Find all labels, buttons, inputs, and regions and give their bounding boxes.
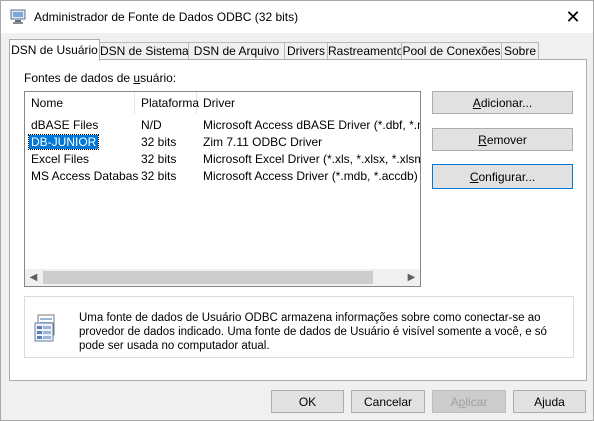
- list-item[interactable]: Excel Files 32 bits Microsoft Excel Driv…: [25, 151, 420, 168]
- close-button[interactable]: ✕: [553, 1, 593, 33]
- scrollbar-thumb[interactable]: [43, 271, 373, 284]
- item-name: MS Access Database: [31, 169, 139, 183]
- item-driver: Microsoft Access Driver (*.mdb, *.accdb): [203, 169, 418, 183]
- user-data-sources-label: Fontes de dados de usuário:: [24, 71, 177, 85]
- tab-pool-conexoes[interactable]: Pool de Conexões: [401, 42, 502, 60]
- item-platform: 32 bits: [141, 135, 177, 149]
- scroll-left-icon[interactable]: ◀: [25, 269, 42, 286]
- column-header-plataforma[interactable]: Plataforma: [135, 92, 199, 114]
- window-title: Administrador de Fonte de Dados ODBC (32…: [34, 10, 299, 24]
- list-item[interactable]: MS Access Database 32 bits Microsoft Acc…: [25, 168, 420, 185]
- list-item-selected[interactable]: DB-JUNIOR 32 bits Zim 7.11 ODBC Driver: [25, 134, 420, 151]
- title-bar: Administrador de Fonte de Dados ODBC (32…: [1, 1, 593, 33]
- item-driver: Zim 7.11 ODBC Driver: [203, 135, 323, 149]
- info-box: Uma fonte de dados de Usuário ODBC armaz…: [24, 296, 574, 358]
- ok-button[interactable]: OK: [271, 390, 344, 413]
- list-header: Nome Plataforma Driver: [25, 92, 420, 114]
- item-name: dBASE Files: [31, 118, 99, 132]
- tab-drivers[interactable]: Drivers: [284, 42, 328, 60]
- tab-dsn-sistema[interactable]: DSN de Sistema: [99, 42, 189, 60]
- scroll-right-icon[interactable]: ▶: [403, 269, 420, 286]
- column-header-nome[interactable]: Nome: [25, 92, 135, 114]
- tab-dsn-usuario[interactable]: DSN de Usuário: [9, 39, 100, 61]
- item-driver: Microsoft Access dBASE Driver (*.dbf, *.…: [203, 118, 420, 132]
- item-platform: N/D: [141, 118, 162, 132]
- item-driver: Microsoft Excel Driver (*.xls, *.xlsx, *…: [203, 152, 420, 166]
- configure-button[interactable]: Configurar...: [432, 164, 573, 189]
- tab-rastreamento[interactable]: Rastreamento: [327, 42, 403, 60]
- help-button[interactable]: Ajuda: [513, 390, 586, 413]
- info-description: Uma fonte de dados de Usuário ODBC armaz…: [79, 312, 547, 352]
- item-name: Excel Files: [31, 152, 90, 166]
- add-button[interactable]: Adicionar...: [432, 91, 573, 114]
- item-name: DB-JUNIOR: [27, 134, 100, 150]
- apply-button[interactable]: Ap licar: [432, 390, 506, 413]
- horizontal-scrollbar[interactable]: ◀ ▶: [25, 269, 420, 286]
- list-item[interactable]: dBASE Files N/D Microsoft Access dBASE D…: [25, 117, 420, 134]
- odbc-app-icon: [10, 9, 26, 24]
- item-platform: 32 bits: [141, 169, 177, 183]
- remove-button[interactable]: Remover: [432, 128, 573, 151]
- tab-dsn-arquivo[interactable]: DSN de Arquivo: [188, 42, 285, 60]
- item-platform: 32 bits: [141, 152, 177, 166]
- column-header-driver[interactable]: Driver: [197, 92, 420, 114]
- data-sources-list[interactable]: Nome Plataforma Driver dBASE Files N/D M…: [24, 91, 421, 287]
- cancel-button[interactable]: Cancelar: [351, 390, 425, 413]
- data-sources-icon: [34, 314, 55, 342]
- tab-panel-dsn-usuario: Fontes de dados de usuário: Nome Platafo…: [9, 59, 587, 381]
- odbc-dialog: Administrador de Fonte de Dados ODBC (32…: [0, 0, 594, 421]
- close-icon: ✕: [565, 6, 581, 27]
- tab-sobre[interactable]: Sobre: [501, 42, 539, 60]
